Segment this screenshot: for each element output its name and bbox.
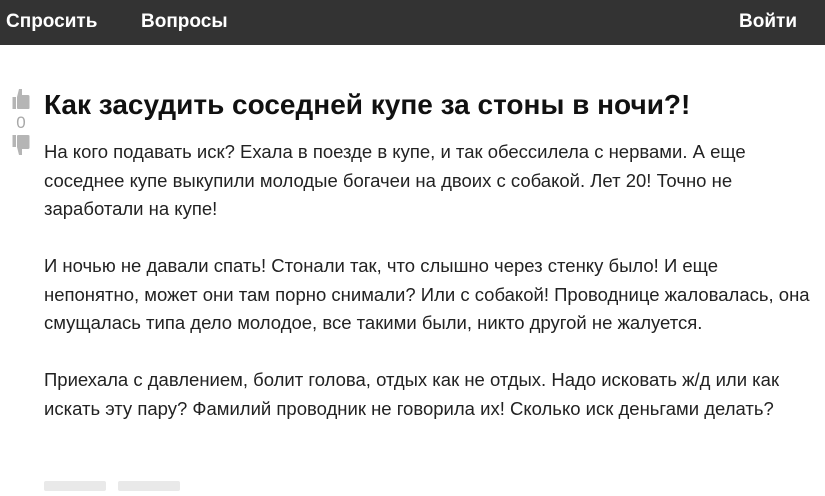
- question-paragraph: И ночью не давали спать! Стонали так, чт…: [44, 255, 810, 333]
- ask-link[interactable]: Спросить: [6, 10, 97, 34]
- question-paragraph: Приехала с давлением, болит голова, отды…: [44, 369, 780, 419]
- tag-chip[interactable]: [44, 481, 106, 491]
- question-title: Как засудить соседней купе за стоны в но…: [44, 89, 691, 120]
- question-body: На кого подавать иск? Ехала в поезде в к…: [44, 138, 814, 452]
- questions-link[interactable]: Вопросы: [141, 10, 228, 34]
- login-link[interactable]: Войти: [739, 10, 797, 34]
- question-paragraph: На кого подавать иск? Ехала в поезде в к…: [44, 141, 746, 219]
- thumbs-down-icon[interactable]: [8, 134, 34, 160]
- top-navigation-bar: Спросить Вопросы Войти: [0, 0, 825, 45]
- vote-panel: 0: [8, 88, 34, 160]
- thumbs-up-icon[interactable]: [8, 88, 34, 114]
- vote-count: 0: [16, 113, 26, 132]
- tag-list: [44, 478, 188, 496]
- tag-chip[interactable]: [118, 481, 181, 491]
